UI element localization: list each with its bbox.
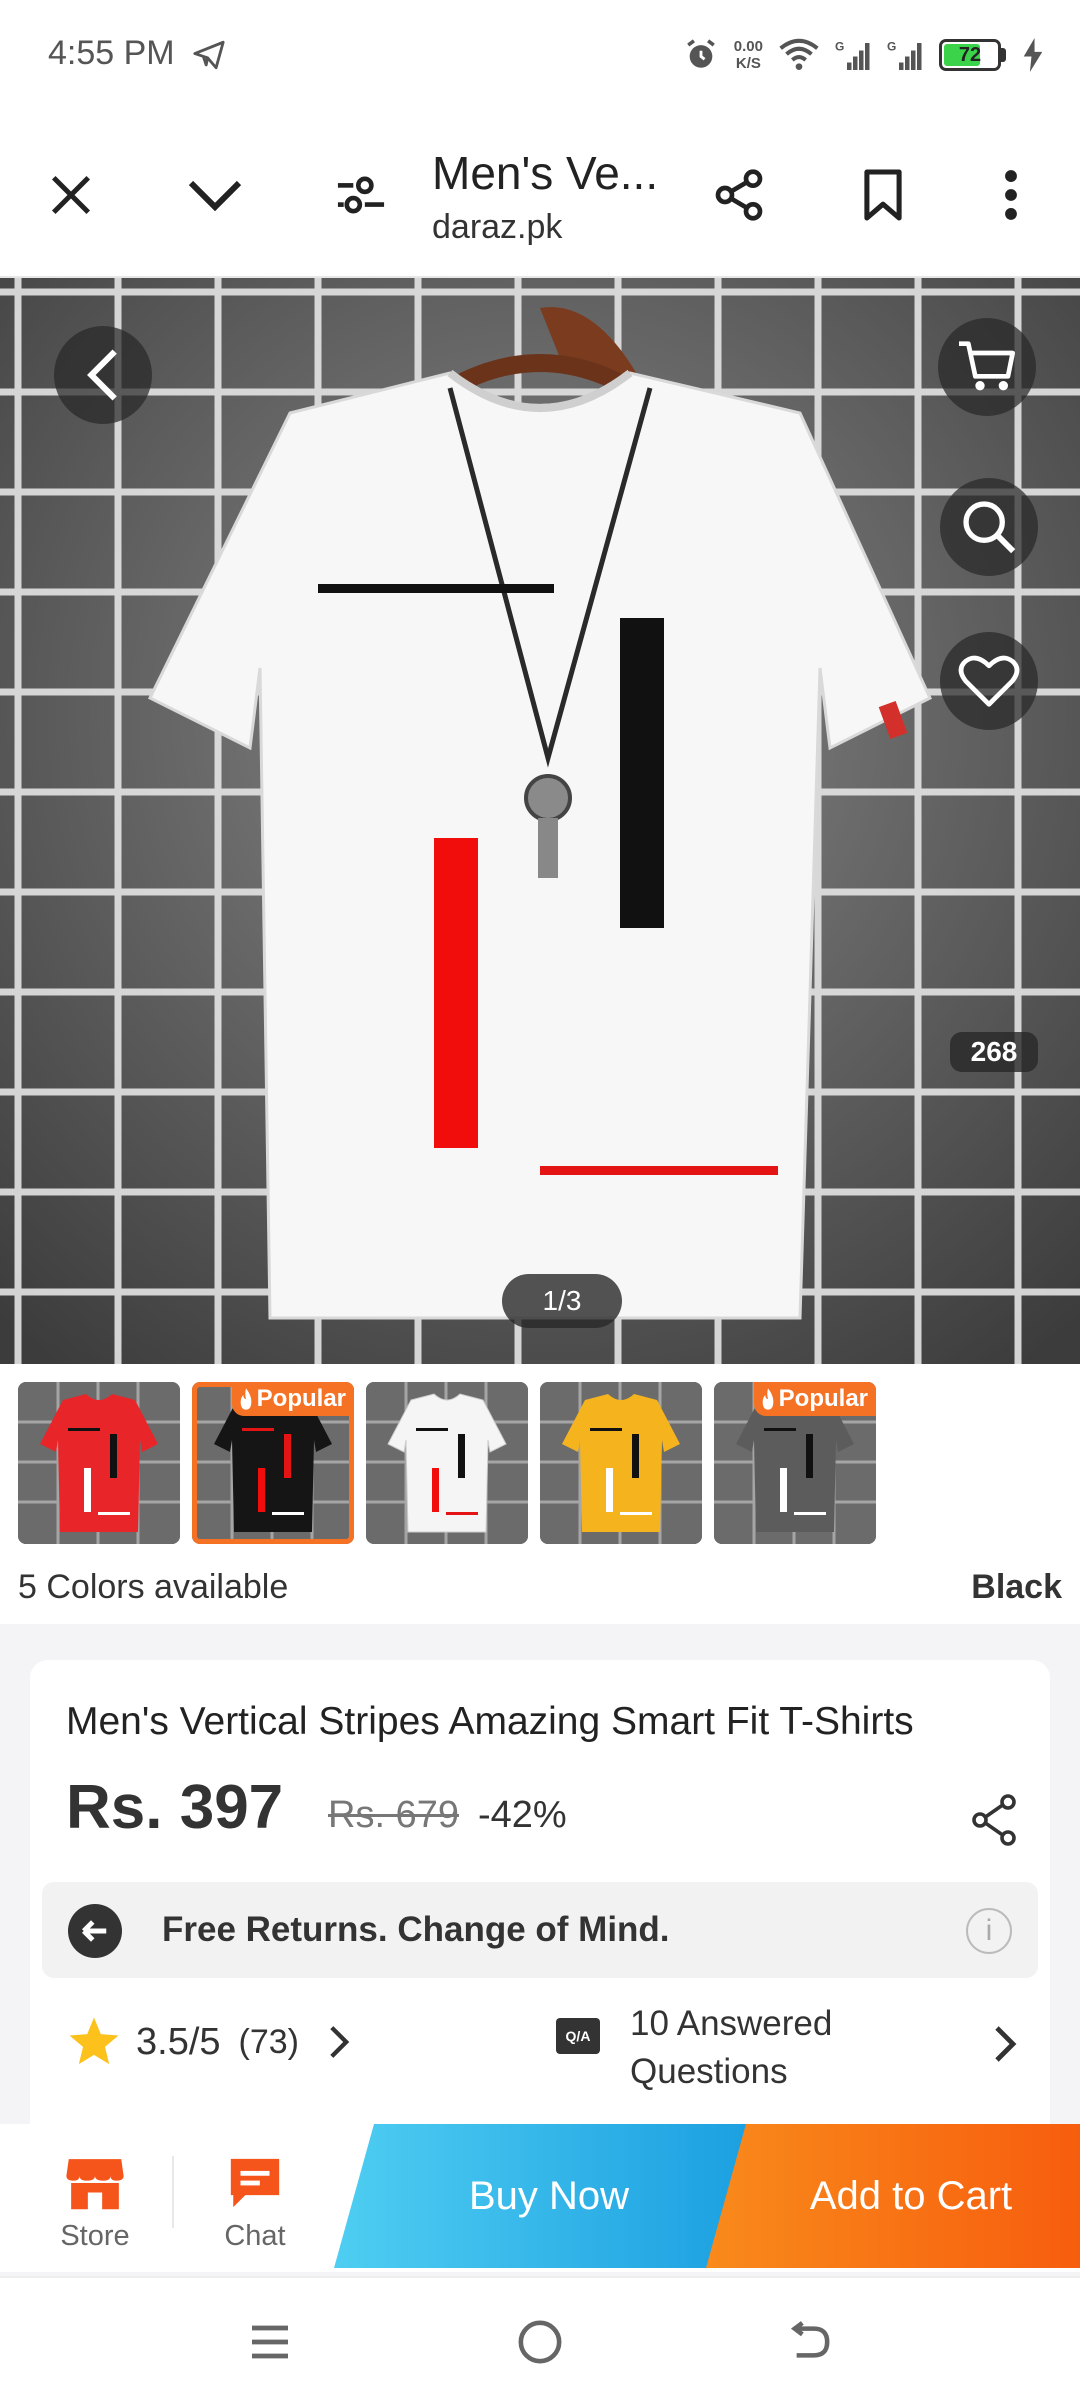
home-circle-icon [518,2320,562,2364]
back-arrow-icon [790,2321,830,2358]
bottom-action-bar: Store Chat Buy Now Add to Cart [0,2124,1080,2272]
chevron-left-icon [87,349,117,401]
more-vertical-icon[interactable] [976,160,1046,230]
signal-icon-1: G [835,40,870,70]
menu-icon [252,2325,288,2359]
battery-tip [1001,48,1006,62]
chevron-down-icon[interactable] [180,160,250,230]
popular-badge-label: Popular [778,1385,868,1412]
return-arrow-icon [68,1904,122,1958]
free-returns-text: Free Returns. Change of Mind. [162,1910,670,1949]
svg-text:G: G [835,40,844,54]
original-price: Rs. 679 [328,1794,459,1836]
store-button[interactable]: Store [40,2154,150,2253]
color-thumbnail-red[interactable] [18,1382,180,1544]
system-navigation-bar [0,2276,1080,2400]
flame-icon [240,1388,251,1410]
search-button[interactable] [940,478,1038,576]
net-speed-value: 0.00 [733,38,763,55]
share-icon[interactable] [704,160,774,230]
flame-icon [762,1388,773,1410]
chat-button[interactable]: Chat [200,2154,310,2253]
selected-color[interactable]: Black [971,1568,1062,1607]
cart-icon [959,341,1015,391]
rating-value: 3.5/5 [136,2020,221,2063]
add-to-cart-button[interactable]: Add to Cart [706,2124,1080,2268]
qa-icon: Q/A [556,2018,600,2054]
product-image-gallery[interactable]: 268 1/3 [0,278,1080,1364]
thumbnail-image [18,1382,180,1544]
buy-now-button[interactable]: Buy Now [334,2124,764,2268]
color-thumbnail-black[interactable]: Popular [192,1382,354,1544]
signal-icon-2: G [887,40,922,70]
product-image [0,278,1080,1364]
popular-badge: Popular [231,1382,354,1416]
rating-summary[interactable]: 3.5/5 (73) [66,2014,351,2070]
alarm-icon [686,39,715,68]
page-title: Men's Ve... [432,147,659,199]
star-icon [69,2017,119,2065]
network-speed: 0.00 K/S [734,38,763,72]
color-thumbnail-white[interactable] [366,1382,528,1544]
wishlist-button[interactable] [940,632,1038,730]
thumbnail-image [366,1382,528,1544]
thumbnail-image [540,1382,702,1544]
color-thumbnails: Popular Popular [18,1382,876,1544]
charging-icon [1023,38,1043,72]
like-count: 268 [950,1032,1038,1072]
back-button[interactable] [54,326,152,424]
chat-label: Chat [224,2220,286,2252]
heart-icon [958,655,1020,707]
search-icon [963,501,1016,554]
popular-badge-label: Popular [256,1385,346,1412]
product-info-card: Men's Vertical Stripes Amazing Smart Fit… [30,1660,1050,2180]
tune-icon[interactable] [326,160,396,230]
action-divider [172,2156,174,2228]
info-icon[interactable]: i [966,1908,1012,1954]
color-thumbnail-grey[interactable]: Popular [714,1382,876,1544]
net-speed-unit: K/S [735,55,761,72]
status-bar: 4:55 PM 0.00 K/S G G 72 [0,0,1080,110]
color-thumbnail-yellow[interactable] [540,1382,702,1544]
close-icon[interactable] [36,160,106,230]
battery-indicator: 72 [939,39,1001,71]
status-icons: 0.00 K/S G G 72 [684,30,1044,80]
image-page-indicator: 1/3 [502,1274,622,1328]
chevron-right-icon [330,2026,350,2058]
free-returns-banner[interactable]: Free Returns. Change of Mind. i [42,1882,1038,1978]
product-title: Men's Vertical Stripes Amazing Smart Fit… [66,1700,914,1743]
colors-row: 5 Colors available Black [18,1562,1062,1612]
discount-percent: -42% [478,1794,567,1836]
share-icon [972,1794,1016,1846]
telegram-icon [193,40,225,70]
browser-toolbar: Men's Ve... daraz.pk [0,110,1080,278]
answered-questions-link[interactable]: 10 Answered Questions [630,2000,890,2096]
svg-text:G: G [887,40,896,54]
store-icon [66,2159,124,2210]
status-time: 4:55 PM [48,34,175,72]
battery-level: 72 [958,43,982,66]
back-nav-button[interactable] [780,2312,840,2372]
chat-icon [230,2158,280,2208]
home-button[interactable] [510,2312,570,2372]
colors-available-text: 5 Colors available [18,1567,289,1606]
rating-count: (73) [238,2022,299,2061]
chevron-right-icon[interactable] [990,2024,1020,2064]
bookmark-icon[interactable] [848,160,918,230]
product-share-button[interactable] [964,1790,1024,1850]
page-domain: daraz.pk [432,208,563,246]
store-label: Store [60,2220,130,2252]
product-price: Rs. 397 [66,1773,284,1842]
recent-apps-button[interactable] [240,2312,300,2372]
popular-badge: Popular [753,1382,876,1416]
cart-button[interactable] [938,318,1036,416]
wifi-icon [779,38,819,70]
